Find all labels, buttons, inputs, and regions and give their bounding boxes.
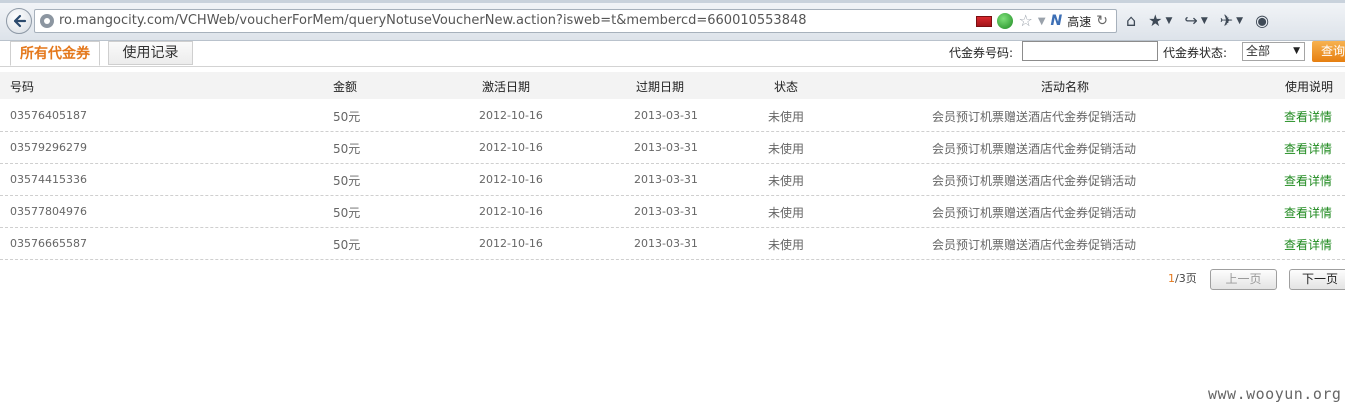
- voucher-tabs-bar: 所有代金券 使用记录 代金券号码: 代金券状态: 全部 ▼ 查询: [0, 40, 1345, 67]
- table-row: 03579296279 50元 2012-10-16 2013-03-31 未使…: [0, 131, 1345, 164]
- voucher-status: 未使用: [768, 174, 805, 188]
- share-icon[interactable]: ↪: [1184, 12, 1197, 30]
- table-row: 03577804976 50元 2012-10-16 2013-03-31 未使…: [0, 195, 1345, 228]
- bookmarks-icon[interactable]: ★: [1148, 12, 1162, 30]
- home-icon[interactable]: ⌂: [1126, 12, 1136, 30]
- page-indicator: 1/3页: [1168, 270, 1197, 286]
- tab-usage-records[interactable]: 使用记录: [108, 41, 193, 65]
- table-header: 号码 金额 激活日期 过期日期 状态 活动名称 使用说明: [0, 72, 1345, 99]
- col-activated: 激活日期: [482, 80, 531, 94]
- refresh-icon[interactable]: ↻: [1096, 13, 1108, 29]
- expiry-date: 2013-03-31: [634, 237, 698, 250]
- site-identity-icon[interactable]: [40, 14, 54, 28]
- tab-strip: [0, 0, 1345, 3]
- voucher-code: 03577804976: [10, 205, 87, 218]
- extension-n-icon[interactable]: N: [1051, 13, 1063, 29]
- voucher-code: 03576405187: [10, 109, 87, 122]
- campaign-name: 会员预订机票赠送酒店代金券促销活动: [932, 110, 1137, 124]
- expiry-date: 2013-03-31: [634, 141, 698, 154]
- address-bar[interactable]: ro.mangocity.com/VCHWeb/voucherForMem/qu…: [34, 9, 1117, 33]
- expiry-date: 2013-03-31: [634, 173, 698, 186]
- voucher-status: 未使用: [768, 142, 805, 156]
- campaign-name: 会员预订机票赠送酒店代金券促销活动: [932, 174, 1137, 188]
- voucher-status-label: 代金券状态:: [1163, 46, 1228, 60]
- voucher-amount: 50元: [333, 110, 361, 124]
- address-bar-icons: ☆ ▼ N 高速 ↻: [976, 12, 1108, 30]
- voucher-code: 03576665587: [10, 237, 87, 250]
- col-amount: 金额: [333, 80, 358, 94]
- tab-all-vouchers[interactable]: 所有代金券: [10, 41, 100, 66]
- voucher-code-input[interactable]: [1022, 41, 1158, 61]
- view-details-link[interactable]: 查看详情: [1284, 204, 1332, 221]
- voucher-code-label: 代金券号码:: [949, 46, 1014, 60]
- total-pages: /3页: [1175, 272, 1197, 285]
- back-button[interactable]: [6, 8, 32, 34]
- browser-toolbar: ro.mangocity.com/VCHWeb/voucherForMem/qu…: [0, 0, 1345, 41]
- view-details-link[interactable]: 查看详情: [1284, 172, 1332, 189]
- query-button[interactable]: 查询: [1312, 41, 1345, 62]
- expiry-date: 2013-03-31: [634, 109, 698, 122]
- voucher-status: 未使用: [768, 110, 805, 124]
- activation-date: 2012-10-16: [479, 109, 543, 122]
- table-row: 03576665587 50元 2012-10-16 2013-03-31 未使…: [0, 227, 1345, 260]
- col-usage: 使用说明: [1285, 80, 1334, 94]
- view-details-link[interactable]: 查看详情: [1284, 140, 1332, 157]
- activation-date: 2012-10-16: [479, 173, 543, 186]
- col-code: 号码: [10, 80, 35, 94]
- voucher-amount: 50元: [333, 238, 361, 252]
- voucher-code: 03579296279: [10, 141, 87, 154]
- current-page: 1: [1168, 272, 1175, 285]
- view-details-link[interactable]: 查看详情: [1284, 108, 1332, 125]
- col-expires: 过期日期: [636, 80, 685, 94]
- share-caret-icon[interactable]: ▼: [1201, 16, 1208, 26]
- speed-label[interactable]: 高速: [1067, 13, 1091, 30]
- chevron-down-icon: ▼: [1293, 46, 1300, 56]
- status-selected-value: 全部: [1246, 44, 1271, 58]
- campaign-name: 会员预订机票赠送酒店代金券促销活动: [932, 142, 1137, 156]
- dropdown-arrow-icon[interactable]: ▼: [1038, 16, 1046, 27]
- next-page-button[interactable]: 下一页: [1289, 269, 1345, 290]
- activation-date: 2012-10-16: [479, 205, 543, 218]
- activation-date: 2012-10-16: [479, 141, 543, 154]
- voucher-code: 03574415336: [10, 173, 87, 186]
- back-arrow-icon: [13, 14, 27, 28]
- addon-caret-icon[interactable]: ▼: [1236, 16, 1243, 26]
- voucher-status: 未使用: [768, 206, 805, 220]
- view-details-link[interactable]: 查看详情: [1284, 236, 1332, 253]
- prev-page-button[interactable]: 上一页: [1210, 269, 1277, 290]
- voucher-amount: 50元: [333, 206, 361, 220]
- addon-icon[interactable]: ✈: [1220, 12, 1233, 30]
- campaign-name: 会员预订机票赠送酒店代金券促销活动: [932, 238, 1137, 252]
- voucher-amount: 50元: [333, 142, 361, 156]
- extension-red-icon[interactable]: [976, 15, 993, 27]
- voucher-status-select[interactable]: 全部 ▼: [1242, 42, 1305, 61]
- url-text[interactable]: ro.mangocity.com/VCHWeb/voucherForMem/qu…: [59, 13, 807, 28]
- extension-green-icon[interactable]: [997, 13, 1014, 29]
- campaign-name: 会员预订机票赠送酒店代金券促销活动: [932, 206, 1137, 220]
- table-row: 03576405187 50元 2012-10-16 2013-03-31 未使…: [0, 99, 1345, 132]
- browser-nav-icons: ⌂ ★ ▼ ↪ ▼ ✈ ▼ ◉: [1126, 10, 1269, 32]
- expiry-date: 2013-03-31: [634, 205, 698, 218]
- bookmarks-caret-icon[interactable]: ▼: [1166, 16, 1173, 26]
- col-campaign: 活动名称: [1041, 80, 1090, 94]
- voucher-amount: 50元: [333, 174, 361, 188]
- voucher-status: 未使用: [768, 238, 805, 252]
- activation-date: 2012-10-16: [479, 237, 543, 250]
- camera-icon[interactable]: ◉: [1255, 12, 1269, 30]
- col-status: 状态: [774, 80, 799, 94]
- bookmark-star-icon[interactable]: ☆: [1018, 13, 1032, 29]
- table-row: 03574415336 50元 2012-10-16 2013-03-31 未使…: [0, 163, 1345, 196]
- watermark: www.wooyun.org: [1208, 385, 1342, 403]
